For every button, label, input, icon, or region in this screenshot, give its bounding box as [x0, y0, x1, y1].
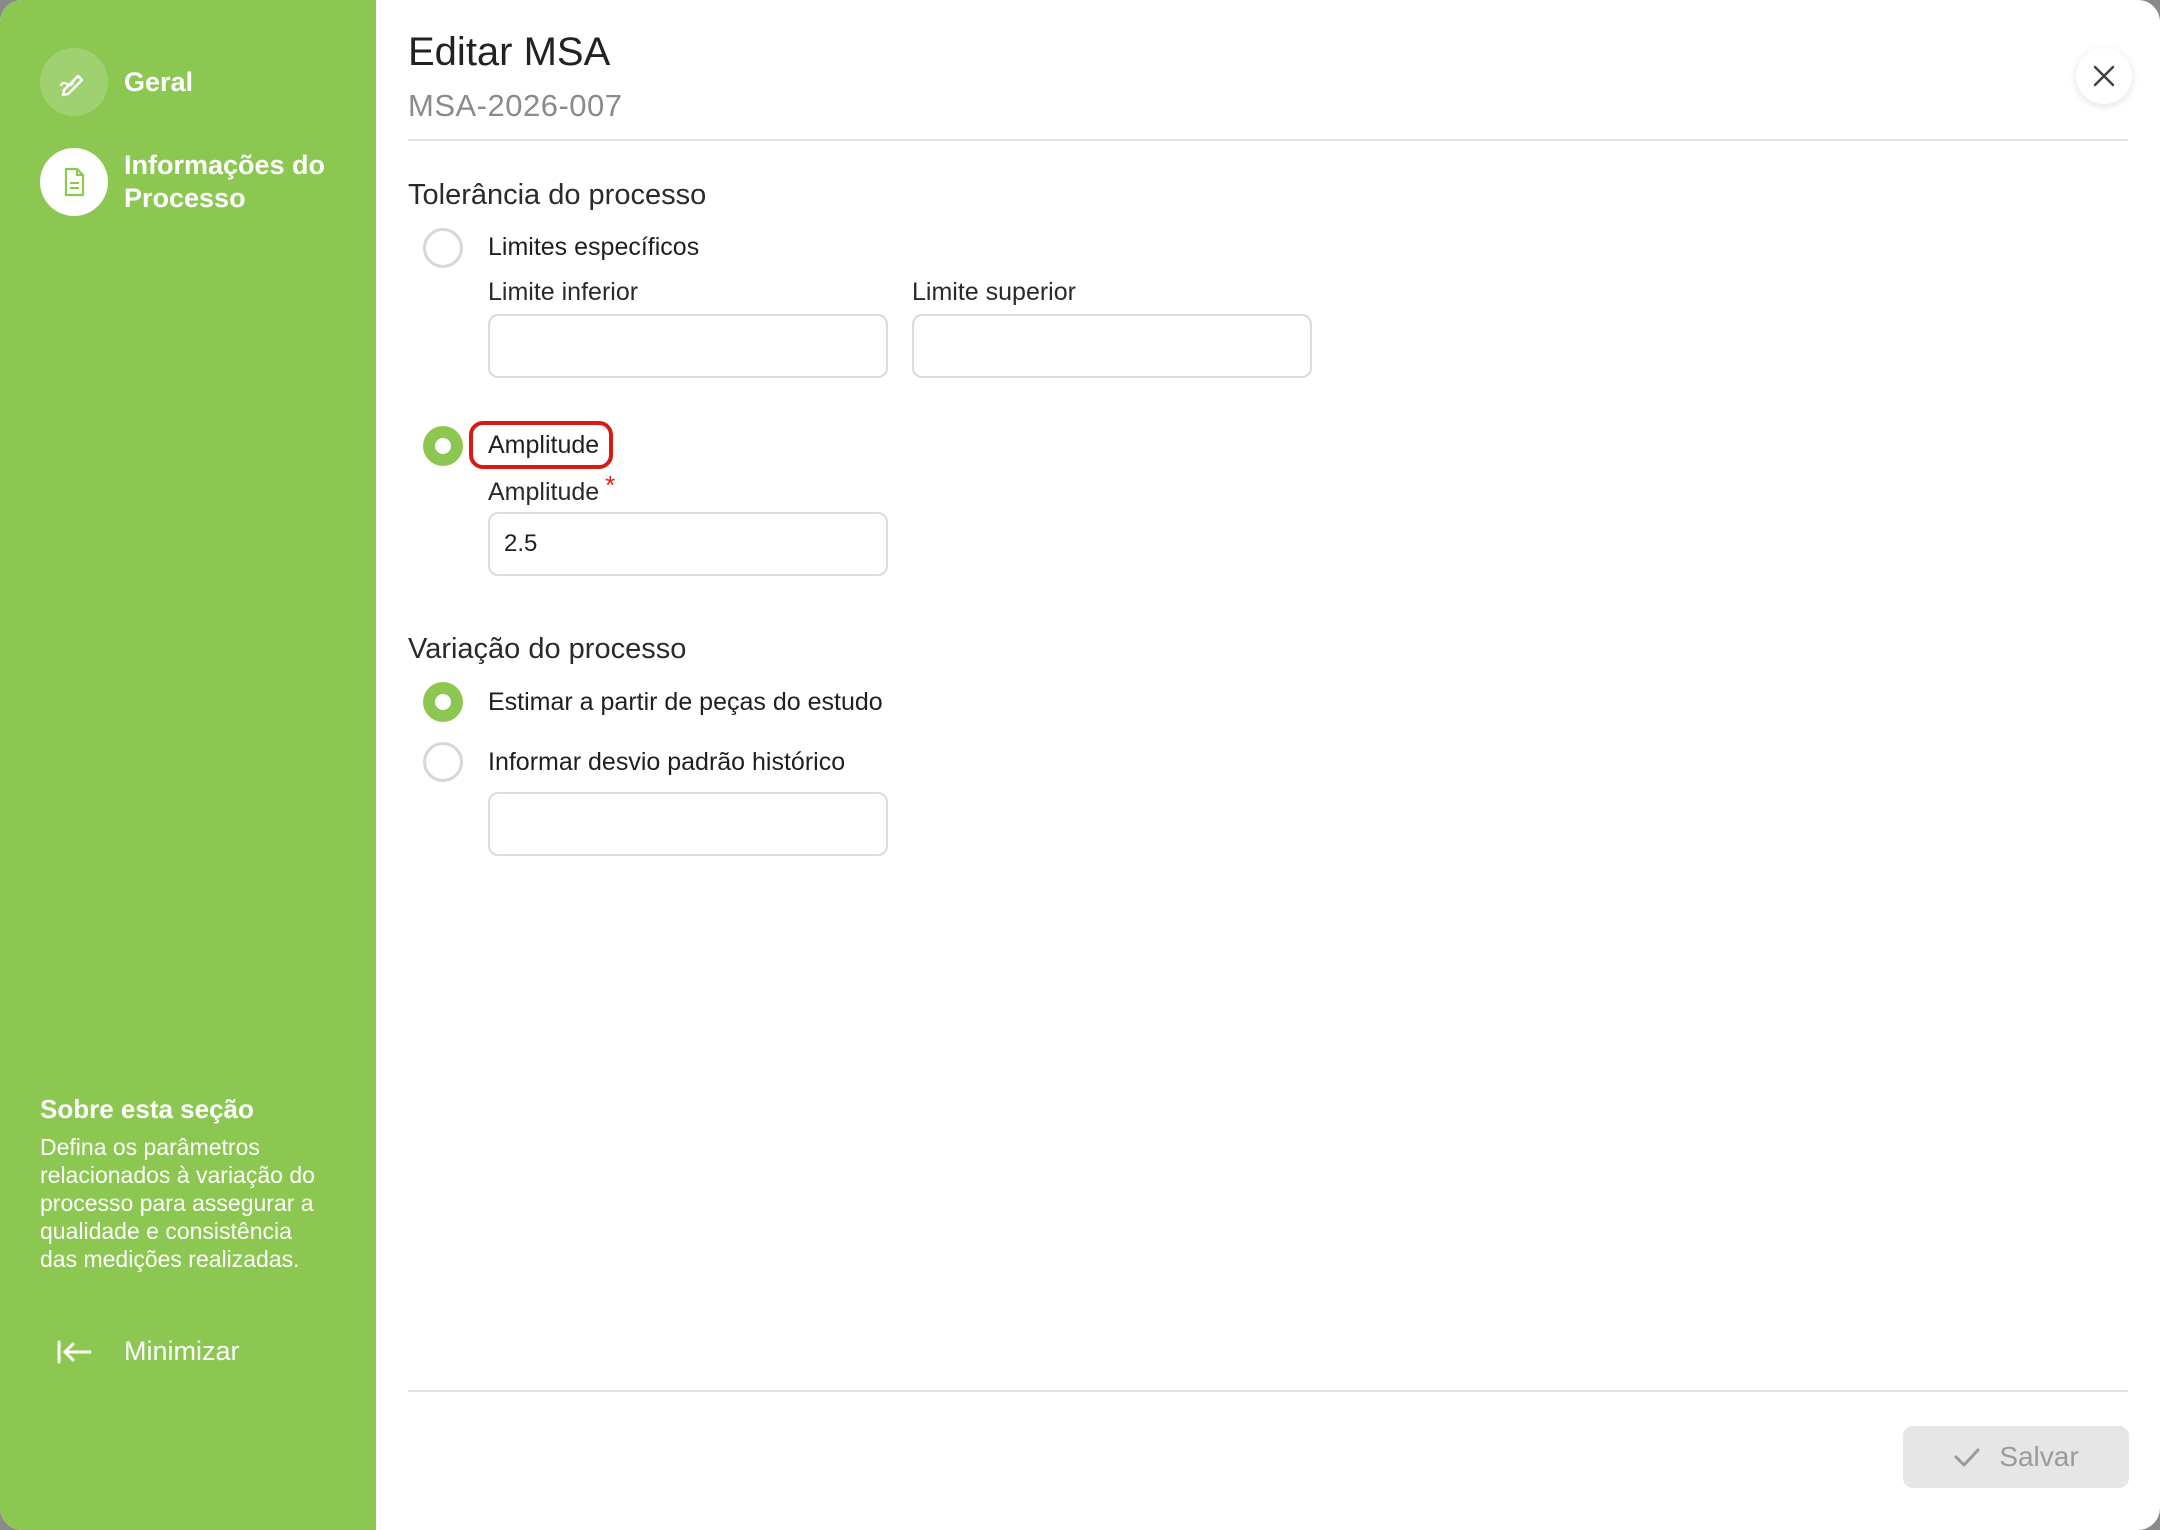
radio-limits-label[interactable]: Limites específicos — [488, 233, 699, 262]
header-divider — [408, 139, 2128, 141]
footer-divider — [408, 1390, 2128, 1392]
highlight-box — [469, 421, 613, 469]
lower-limit-input[interactable] — [488, 314, 888, 378]
amplitude-field-label: Amplitude * — [488, 470, 615, 507]
tolerance-section-title: Tolerância do processo — [408, 179, 707, 211]
historic-stddev-input[interactable] — [488, 792, 888, 856]
about-title: Sobre esta seção — [40, 1094, 254, 1124]
minimize-label: Minimizar — [124, 1336, 240, 1366]
about-section: Sobre esta seção Defina os parâmetros re… — [40, 1094, 330, 1273]
radio-historic[interactable] — [423, 742, 463, 782]
collapse-left-icon — [57, 1340, 92, 1363]
edit-msa-dialog: Geral Informações do Processo Sobre esta… — [0, 0, 2160, 1530]
pencil-icon — [59, 74, 84, 97]
save-label: Salvar — [1999, 1441, 2079, 1472]
upper-limit-label: Limite superior — [912, 278, 1076, 306]
required-marker: * — [605, 470, 616, 500]
radio-limits[interactable] — [423, 228, 463, 268]
sidebar-step-process-info[interactable]: Informações do Processo — [40, 148, 325, 216]
radio-estimate-label[interactable]: Estimar a partir de peças do estudo — [488, 688, 883, 717]
save-button[interactable]: Salvar — [1903, 1426, 2129, 1488]
check-icon — [1954, 1448, 1980, 1467]
variation-section-title: Variação do processo — [408, 633, 687, 665]
lower-limit-label: Limite inferior — [488, 278, 639, 306]
sidebar-step-geral-label: Geral — [124, 66, 194, 97]
close-icon — [2093, 65, 2115, 87]
radio-estimate[interactable] — [423, 682, 463, 722]
page-subtitle: MSA-2026-007 — [408, 88, 623, 123]
amplitude-input[interactable]: 2.5 — [488, 512, 888, 576]
about-text: Defina os parâmetros relacionados à vari… — [40, 1134, 315, 1272]
document-icon — [64, 167, 85, 197]
close-button[interactable] — [2076, 48, 2132, 104]
amplitude-label-text: Amplitude — [488, 478, 600, 506]
radio-historic-label[interactable]: Informar desvio padrão histórico — [488, 748, 845, 777]
radio-amplitude[interactable] — [423, 426, 463, 466]
page-title: Editar MSA — [408, 30, 611, 74]
minimize-button[interactable]: Minimizar — [56, 1336, 240, 1367]
sidebar: Geral Informações do Processo Sobre esta… — [0, 0, 376, 1530]
upper-limit-input[interactable] — [912, 314, 1312, 378]
sidebar-step-process-info-label: Informações do Processo — [124, 150, 326, 213]
main-content: Editar MSA MSA-2026-007 Tolerância do pr… — [376, 0, 2160, 1530]
step-active-circle — [40, 148, 108, 216]
sidebar-step-geral[interactable]: Geral — [40, 48, 193, 116]
step-done-circle — [40, 48, 108, 116]
